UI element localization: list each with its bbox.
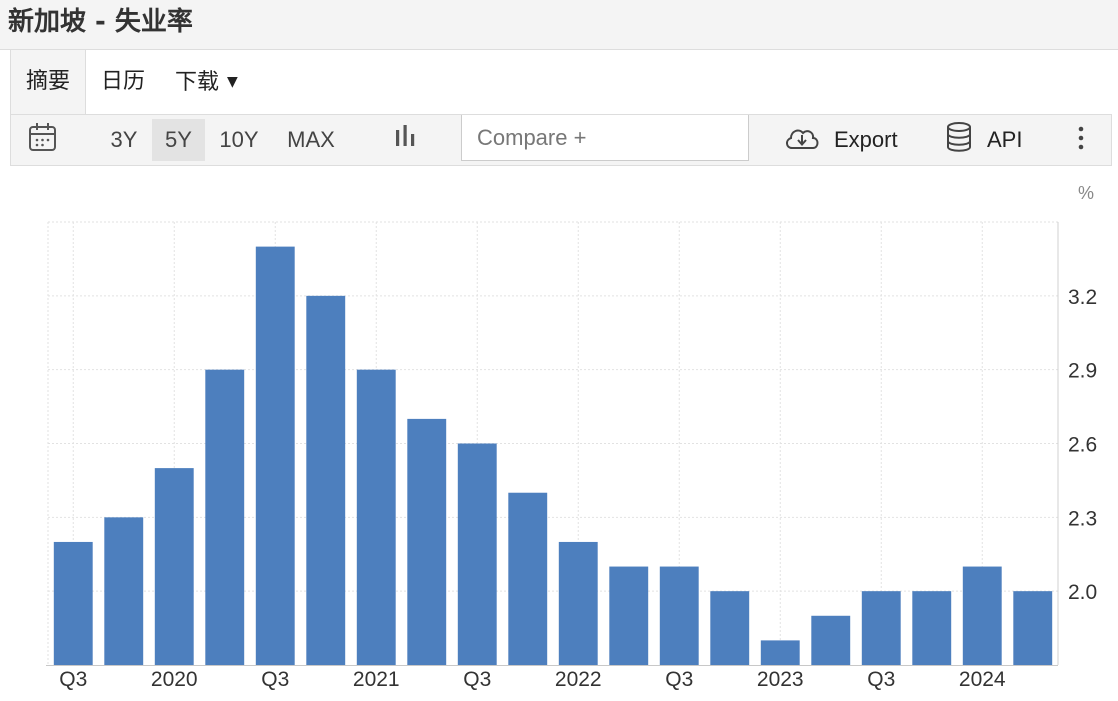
more-vertical-icon[interactable]: [1075, 125, 1087, 151]
bar: [861, 591, 901, 665]
y-tick-label: 2.6: [1068, 434, 1097, 457]
tab-download-label: 下载: [175, 70, 220, 95]
bar: [962, 566, 1002, 665]
y-tick-label: 3.2: [1068, 286, 1097, 309]
caret-down-icon: ▼: [227, 74, 238, 90]
compare-input[interactable]: [461, 115, 749, 161]
bar: [659, 566, 699, 665]
y-tick-label: 2.0: [1068, 581, 1097, 604]
bar: [912, 591, 952, 665]
database-icon[interactable]: [945, 121, 973, 153]
bar: [407, 418, 447, 665]
x-tick-label: Q3: [867, 668, 895, 691]
tab-summary[interactable]: 摘要: [10, 50, 87, 115]
bar: [205, 369, 245, 665]
api-button[interactable]: API: [987, 119, 1022, 161]
bar: [104, 517, 144, 665]
bar: [53, 541, 93, 665]
x-tick-label: Q3: [665, 668, 693, 691]
x-tick-label: 2024: [959, 668, 1006, 691]
bar: [760, 640, 800, 665]
bar: [710, 591, 750, 665]
tab-calendar[interactable]: 日历: [86, 50, 160, 115]
y-tick-label: 2.3: [1068, 507, 1097, 530]
x-tick-label: 2021: [353, 668, 400, 691]
export-button[interactable]: Export: [834, 119, 898, 161]
tab-calendar-label: 日历: [101, 69, 146, 94]
x-tick-label: Q3: [261, 668, 289, 691]
bar: [255, 246, 295, 665]
x-tick-label: Q3: [463, 668, 491, 691]
bar: [457, 443, 497, 665]
x-tick-label: 2023: [757, 668, 804, 691]
range-max-button[interactable]: MAX: [279, 119, 343, 161]
y-unit-label: %: [1078, 183, 1094, 203]
range-5y-button[interactable]: 5Y: [152, 119, 205, 161]
bar: [154, 468, 194, 665]
range-10y-button[interactable]: 10Y: [213, 119, 265, 161]
chart-container: 2.0 2.3 2.6 2.9 3.2% Q3 2020 Q3 2021 Q3 2022 Q3 2023…: [10, 166, 1112, 701]
cloud-download-icon[interactable]: [783, 124, 821, 152]
bar-chart-icon[interactable]: [393, 124, 417, 150]
bar: [508, 492, 548, 665]
tab-bar: 摘要 日历 下载 ▼: [10, 50, 253, 115]
x-tick-label: 2020: [151, 668, 198, 691]
tab-summary-label: 摘要: [26, 69, 71, 94]
calendar-icon[interactable]: [28, 121, 58, 155]
bar: [811, 615, 851, 665]
title-bar: 新加坡 - 失业率: [0, 0, 1118, 50]
range-3y-button[interactable]: 3Y: [103, 119, 145, 161]
tab-download[interactable]: 下载 ▼: [160, 50, 253, 115]
page-title: 新加坡 - 失业率: [8, 7, 193, 37]
chart-toolbar: 3Y 5Y 10Y MAX Export API: [10, 114, 1112, 166]
bar: [356, 369, 396, 665]
x-tick-label: 2022: [555, 668, 602, 691]
bar: [609, 566, 649, 665]
y-tick-label: 2.9: [1068, 360, 1097, 383]
bar: [306, 295, 346, 665]
bar: [1013, 591, 1053, 665]
unemployment-bar-chart: 2.0 2.3 2.6 2.9 3.2% Q3 2020 Q3 2021 Q3 2022 Q3 2023…: [46, 183, 1097, 691]
bar: [558, 541, 598, 665]
x-tick-label: Q3: [59, 668, 87, 691]
